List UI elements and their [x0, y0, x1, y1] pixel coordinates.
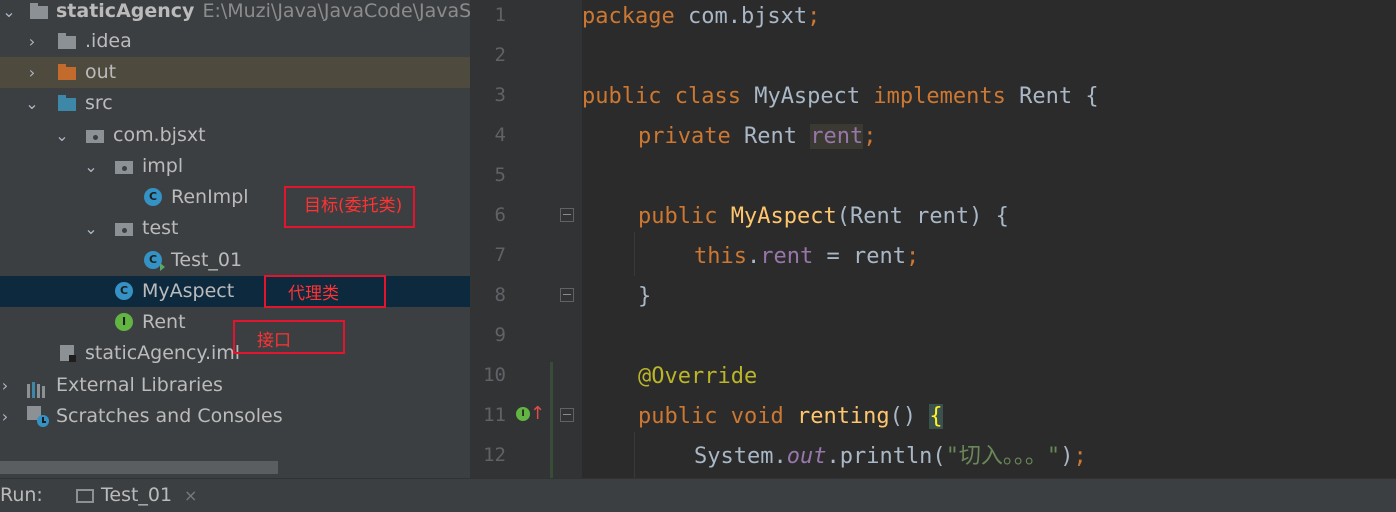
fold-marker-icon[interactable] — [560, 208, 574, 222]
line-number: 4 — [494, 124, 506, 146]
chevron-right-icon[interactable]: › — [25, 26, 39, 57]
module-folder-icon — [30, 3, 48, 19]
tree-item-label: MyAspect — [142, 280, 235, 302]
horizontal-scrollbar[interactable] — [0, 461, 278, 474]
tree-item-label: staticAgency.iml — [85, 342, 241, 364]
chevron-right-icon[interactable]: › — [0, 401, 12, 432]
line-number: 12 — [483, 444, 506, 466]
annotation-label: 代理类 — [288, 284, 339, 304]
class-icon: C — [144, 188, 162, 206]
tree-item-label: test — [142, 217, 179, 239]
tree-item-label: Rent — [142, 311, 186, 333]
tree-item-scratches[interactable]: › Scratches and Consoles — [0, 401, 470, 432]
scratches-icon — [27, 406, 49, 427]
tree-item-myaspect[interactable]: C MyAspect — [0, 276, 470, 307]
project-tree-panel: ⌄ staticAgency E:\Muzi\Java\JavaCode\Java… — [0, 0, 470, 478]
implements-method-icon[interactable]: I — [516, 407, 530, 421]
code-line-8: } — [638, 284, 652, 309]
indent-guide — [634, 432, 635, 478]
tree-item-com-bjsxt[interactable]: ⌄ com.bjsxt — [0, 120, 470, 151]
code-line-1: package com.bjsxt; — [582, 4, 821, 29]
chevron-down-icon[interactable]: ⌄ — [25, 88, 39, 119]
chevron-right-icon[interactable]: › — [0, 370, 12, 401]
tree-root-staticAgency[interactable]: ⌄ staticAgency E:\Muzi\Java\JavaCode\Java… — [0, 0, 470, 27]
tree-item-src[interactable]: ⌄ src — [0, 88, 470, 119]
tree-item-label: RenImpl — [171, 186, 249, 208]
tree-item-label: impl — [142, 155, 184, 177]
line-number: 8 — [494, 284, 506, 306]
tree-item-label: Scratches and Consoles — [56, 405, 283, 427]
code-line-7: this.rent = rent; — [694, 244, 920, 269]
tree-item-idea[interactable]: › .idea — [0, 26, 470, 57]
line-number: 2 — [494, 44, 506, 66]
interface-icon: I — [115, 313, 133, 331]
root-path: E:\Muzi\Java\JavaCode\JavaS — [202, 0, 470, 22]
package-icon — [115, 220, 133, 236]
run-tab-test01[interactable]: Test_01 — [101, 479, 172, 512]
line-number: 9 — [494, 324, 506, 346]
code-line-3: public class MyAspect implements Rent { — [582, 84, 1099, 109]
chevron-down-icon[interactable]: ⌄ — [2, 0, 16, 27]
chevron-down-icon[interactable]: ⌄ — [84, 151, 98, 182]
source-folder-icon — [58, 95, 76, 111]
tree-item-label: .idea — [85, 30, 132, 52]
tree-item-out[interactable]: › out — [0, 57, 470, 88]
tree-item-label: External Libraries — [56, 374, 223, 396]
tree-item-external-libraries[interactable]: › External Libraries — [0, 370, 470, 401]
chevron-right-icon[interactable]: › — [25, 57, 39, 88]
code-editor[interactable]: package com.bjsxt; public class MyAspect… — [582, 0, 1396, 478]
vcs-change-marker — [550, 362, 553, 478]
annotation-target-box: 目标(委托类) — [284, 186, 415, 228]
go-to-interface-arrow-icon[interactable]: ↑ — [530, 403, 545, 424]
tree-item-label: out — [85, 61, 117, 83]
tree-item-impl[interactable]: ⌄ impl — [0, 151, 470, 182]
tree-item-label: Test_01 — [171, 249, 243, 271]
folder-icon — [58, 64, 76, 80]
module-file-icon — [58, 345, 76, 362]
code-line-12: System.out.println("切入。。。"); — [694, 444, 1087, 469]
code-line-10: @Override — [638, 364, 758, 389]
package-icon — [86, 127, 104, 143]
line-number: 10 — [483, 364, 506, 386]
root-name: staticAgency — [56, 0, 195, 22]
line-number: 6 — [494, 204, 506, 226]
indent-guide — [634, 232, 635, 276]
console-tab-icon — [76, 489, 94, 503]
tree-item-test01[interactable]: C Test_01 — [0, 245, 470, 276]
package-icon — [115, 158, 133, 174]
runnable-class-icon: C — [144, 251, 165, 271]
run-tool-window-bar: Run: Test_01 × — [0, 478, 1396, 512]
annotation-label: 目标(委托类) — [304, 196, 403, 216]
class-icon: C — [115, 282, 133, 300]
tree-item-label: src — [85, 92, 113, 114]
chevron-down-icon[interactable]: ⌄ — [55, 120, 69, 151]
line-number: 5 — [494, 164, 506, 186]
editor-gutter[interactable]: 1 2 3 4 5 6 7 8 9 10 11 12 — [470, 0, 582, 478]
code-line-11: public void renting() { — [638, 404, 943, 429]
tree-item-label: com.bjsxt — [113, 124, 206, 146]
libraries-icon — [27, 377, 45, 398]
line-number: 3 — [494, 84, 506, 106]
run-label: Run: — [0, 484, 43, 506]
annotation-interface-box: 接口 — [233, 320, 345, 354]
close-icon[interactable]: × — [184, 479, 197, 512]
code-line-6: public MyAspect(Rent rent) { — [638, 204, 1009, 229]
fold-marker-icon[interactable] — [560, 408, 574, 422]
chevron-down-icon[interactable]: ⌄ — [84, 213, 98, 244]
annotation-proxy-box: 代理类 — [264, 275, 386, 308]
line-number: 11 — [483, 404, 506, 426]
code-line-4: private Rent rent; — [638, 124, 877, 149]
fold-marker-icon[interactable] — [560, 288, 574, 302]
folder-icon — [58, 33, 76, 49]
line-number: 7 — [494, 244, 506, 266]
line-number: 1 — [494, 4, 506, 26]
annotation-label: 接口 — [257, 331, 291, 351]
